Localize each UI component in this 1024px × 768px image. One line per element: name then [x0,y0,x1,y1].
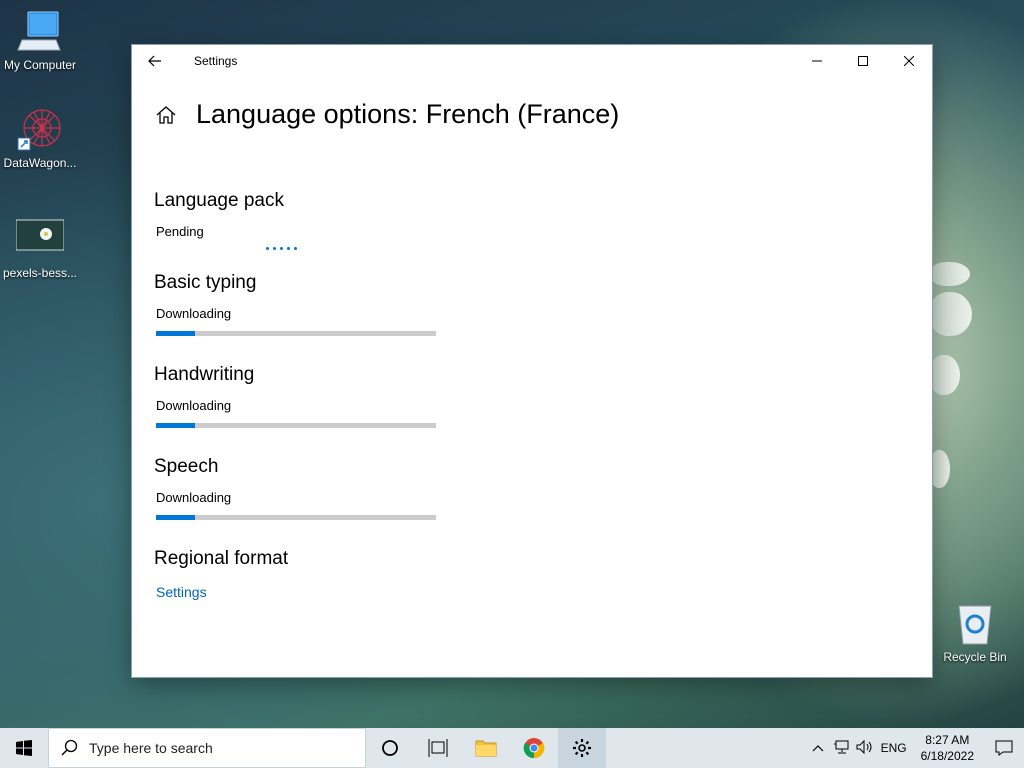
clock-time: 8:27 AM [925,733,970,747]
handwriting-progress-bar [156,423,436,428]
basic-typing-status: Downloading [156,306,232,321]
section-basic-typing: Basic typing Downloading [154,272,932,336]
home-icon[interactable] [154,103,178,127]
datawagon-icon [16,108,64,152]
network-icon [833,740,849,753]
windows-logo-icon [16,740,32,756]
task-view-button[interactable] [414,728,462,768]
clock-date: 6/18/2022 [920,749,974,763]
speech-status: Downloading [156,490,232,505]
folder-icon [475,740,497,757]
section-heading: Handwriting [154,364,255,385]
volume-button[interactable] [853,739,877,757]
cortana-button[interactable] [366,728,414,768]
notification-icon [995,740,1013,756]
chrome-icon [523,738,545,759]
section-heading: Speech [154,456,219,477]
maximize-icon [858,56,868,66]
maximize-button[interactable] [840,45,886,77]
section-heading: Language pack [154,190,284,211]
wallpaper-petal [930,262,970,286]
speaker-icon [856,739,872,754]
gear-icon [573,739,591,757]
section-heading: Regional format [154,548,289,569]
task-view-icon [428,739,448,757]
show-hidden-icons-button[interactable] [807,741,829,755]
chevron-up-icon [812,745,824,752]
search-icon [61,739,78,756]
pending-spinner [266,247,932,250]
system-tray: ENG 8:27 AM 6/18/2022 [807,728,1024,768]
language-pack-status: Pending [156,224,204,239]
page-title: Language options: French (France) [196,99,620,129]
section-handwriting: Handwriting Downloading [154,364,932,428]
image-thumbnail-icon [15,218,65,262]
action-center-button[interactable] [984,728,1024,768]
back-arrow-icon [148,55,161,67]
window-title: Settings [194,54,238,68]
file-explorer-button[interactable] [462,728,510,768]
desktop-icon-datawagon[interactable]: DataWagon... [0,108,80,170]
title-bar: Settings [132,45,932,77]
handwriting-status: Downloading [156,398,232,413]
desktop-icon-label: DataWagon... [3,156,77,170]
input-language-indicator[interactable]: ENG [877,741,911,755]
start-button[interactable] [0,728,48,768]
desktop-icon-recycle-bin[interactable]: Recycle Bin [935,602,1015,664]
desktop-icon-label: Recycle Bin [943,650,1007,664]
desktop-icon-label: pexels-bess... [2,266,78,280]
minimize-icon [812,60,822,62]
wallpaper-petal [930,292,972,336]
chrome-button[interactable] [510,728,558,768]
wallpaper-petal [930,450,950,488]
desktop-icon-label: My Computer [3,58,77,72]
minimize-button[interactable] [794,45,840,77]
basic-typing-progress-bar [156,331,436,336]
search-box[interactable]: Type here to search [48,728,366,768]
settings-taskbar-button[interactable] [558,728,606,768]
computer-icon [16,10,64,54]
desktop-icon-pexels-image[interactable]: pexels-bess... [0,218,80,280]
wallpaper-petal [930,355,960,395]
search-placeholder: Type here to search [89,740,213,756]
clock[interactable]: 8:27 AM 6/18/2022 [921,732,974,764]
recycle-bin-icon [951,602,999,646]
speech-progress-bar [156,515,436,520]
section-speech: Speech Downloading [154,456,932,520]
section-language-pack: Language pack Pending [154,190,932,250]
settings-window: Settings Language options: French (Franc… [132,45,932,677]
taskbar: Type here to search ENG 8:27 AM 6/18/202… [0,728,1024,768]
back-button[interactable] [132,45,178,77]
section-heading: Basic typing [154,272,257,293]
network-button[interactable] [829,740,853,757]
cortana-icon [382,740,398,756]
regional-format-settings-link[interactable]: Settings [156,584,207,600]
section-regional-format: Regional format Settings [154,548,932,602]
close-icon [904,56,914,66]
close-button[interactable] [886,45,932,77]
desktop-icon-my-computer[interactable]: My Computer [0,10,80,72]
